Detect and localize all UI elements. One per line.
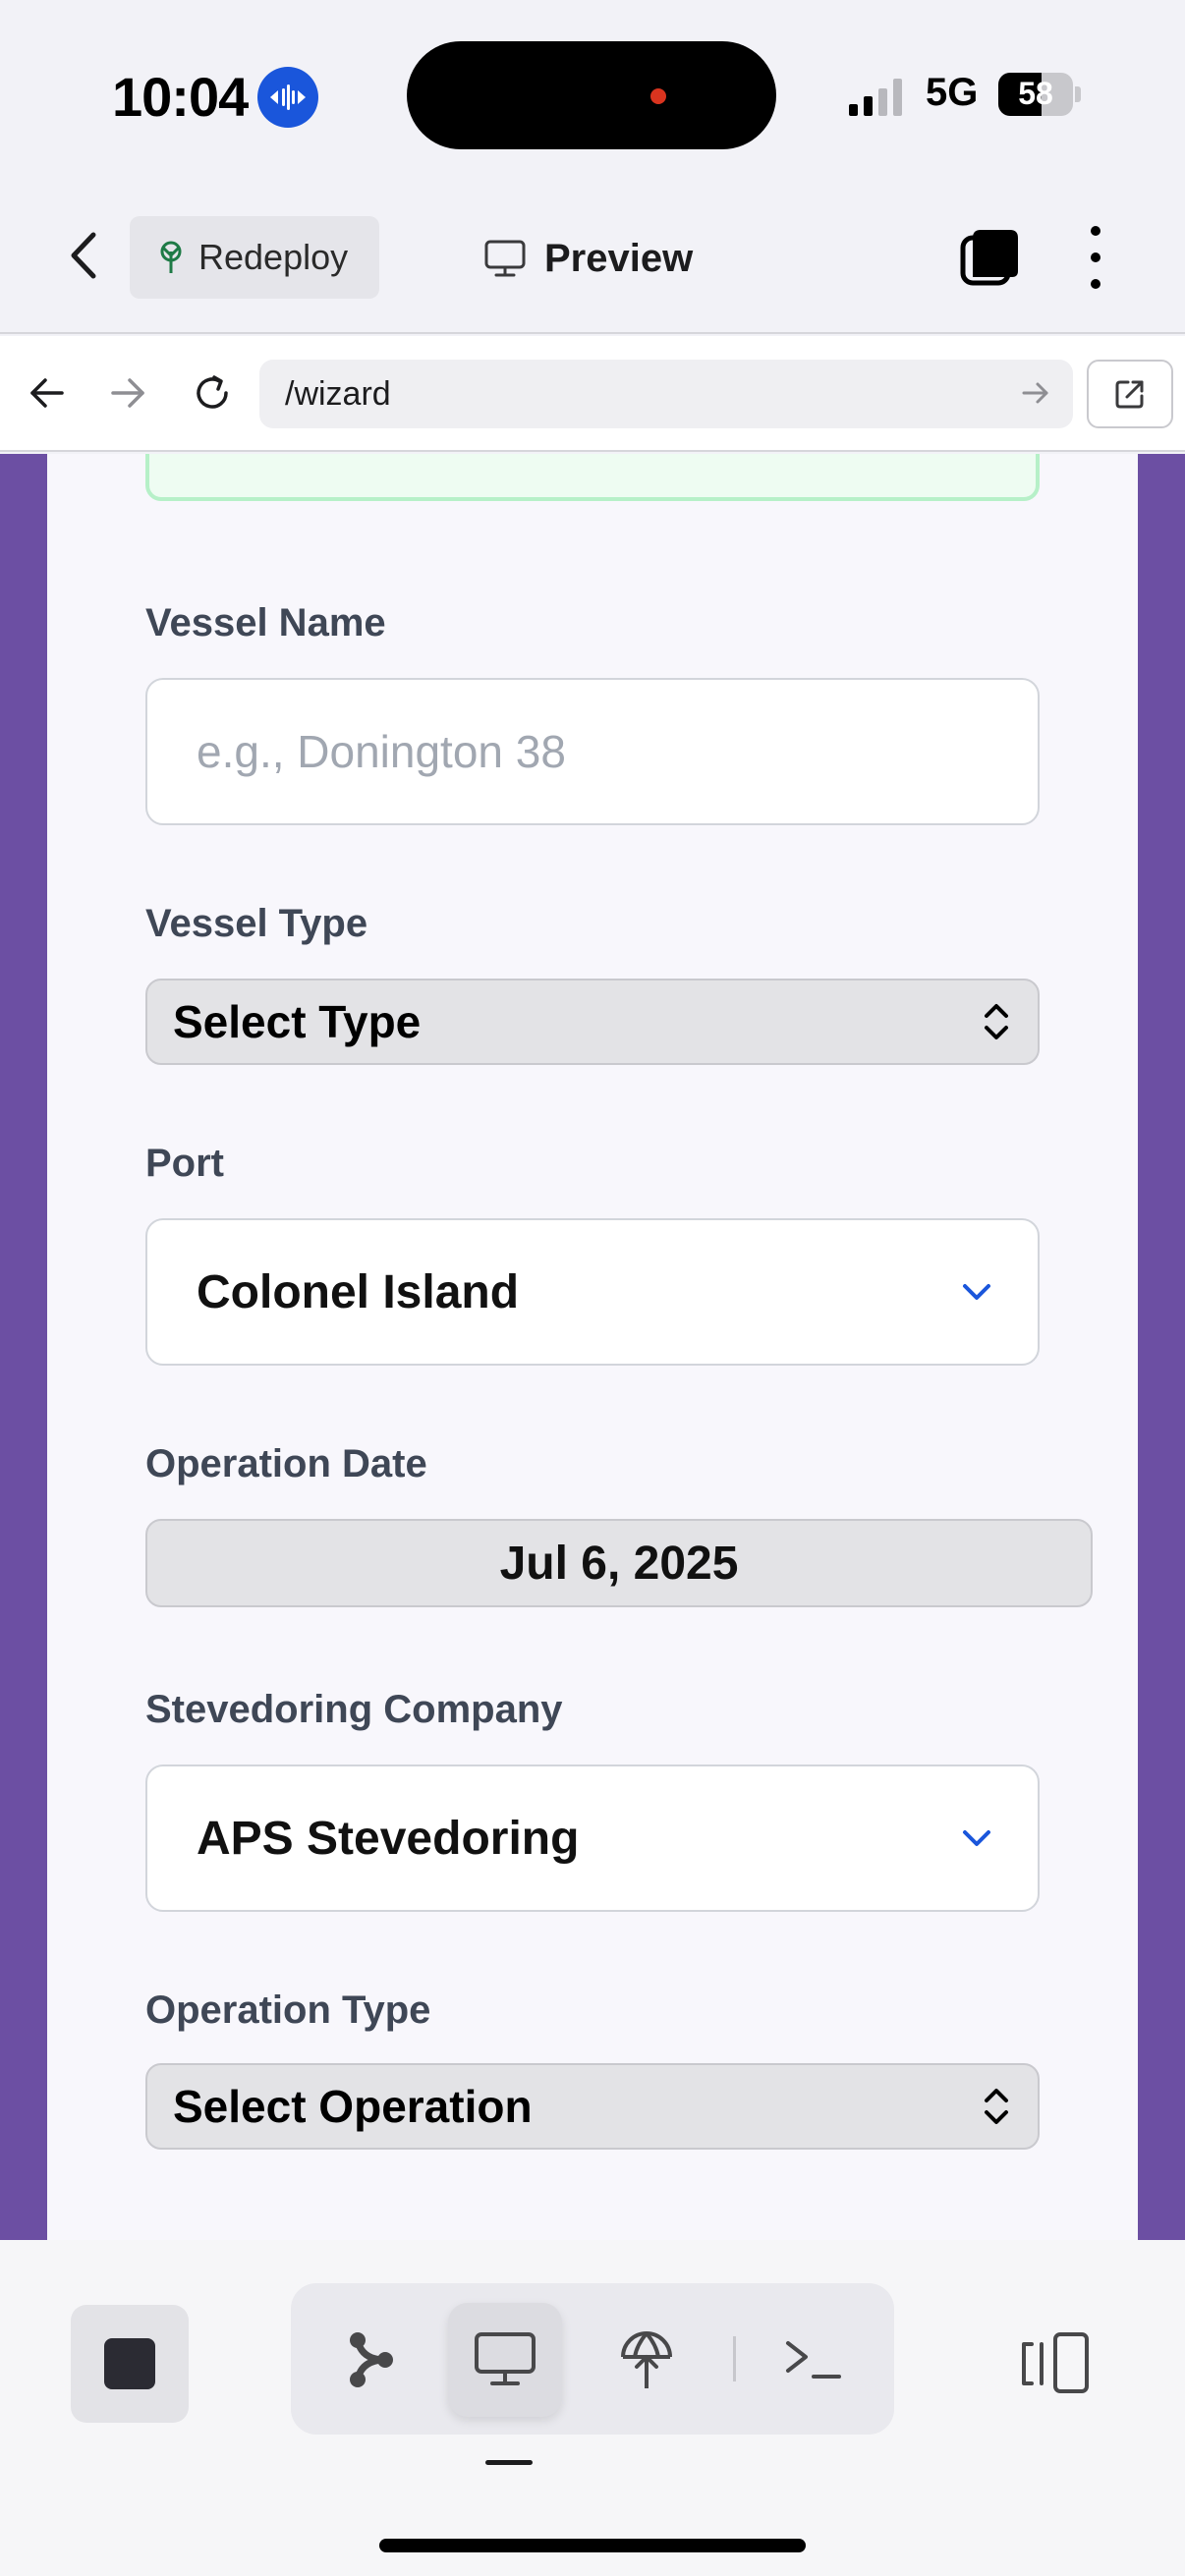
up-down-chevron-icon <box>985 2089 1008 2124</box>
layout-icon <box>1022 2332 1089 2393</box>
home-indicator[interactable] <box>379 2539 806 2552</box>
arrow-left-icon <box>30 378 64 408</box>
vessel-type-value: Select Type <box>173 996 422 1047</box>
operation-date-value: Jul 6, 2025 <box>499 1537 739 1590</box>
redeploy-icon <box>160 241 182 273</box>
operation-type-label: Operation Type <box>145 1988 431 2032</box>
deploy-tool-button[interactable] <box>590 2303 704 2417</box>
preview-tool-button[interactable] <box>448 2303 562 2417</box>
battery-icon: 58 <box>998 73 1073 116</box>
camera-indicator-dot <box>650 88 666 104</box>
back-button[interactable] <box>55 226 114 285</box>
deploy-icon <box>621 2331 672 2388</box>
chevron-down-icon <box>963 1284 990 1300</box>
toolbar-divider <box>733 2336 736 2381</box>
reload-button[interactable] <box>183 364 242 422</box>
network-type: 5G <box>926 71 979 114</box>
voice-recording-icon[interactable] <box>257 66 319 128</box>
vessel-type-label: Vessel Type <box>145 902 368 945</box>
page-indicator-dash <box>485 2460 533 2465</box>
chevron-left-icon <box>71 232 96 279</box>
monitor-icon <box>484 240 526 277</box>
vessel-type-select[interactable]: Select Type <box>145 979 1040 1065</box>
monitor-icon <box>475 2332 536 2385</box>
tool-group <box>291 2283 894 2435</box>
operation-type-select[interactable]: Select Operation <box>145 2063 1040 2150</box>
vessel-name-label: Vessel Name <box>145 601 386 644</box>
redeploy-label: Redeploy <box>198 237 349 277</box>
up-down-chevron-icon <box>985 1004 1008 1039</box>
operation-date-input[interactable]: Jul 6, 2025 <box>145 1519 1093 1607</box>
preview-tab[interactable]: Preview <box>483 224 693 293</box>
go-button[interactable] <box>1014 371 1057 415</box>
wizard-form-card: Vessel Name e.g., Donington 38 Vessel Ty… <box>47 454 1138 2240</box>
url-field[interactable]: /wizard <box>259 360 1073 428</box>
browser-forward-button[interactable] <box>98 364 157 422</box>
branch-tool-button[interactable] <box>314 2303 428 2417</box>
redeploy-button[interactable]: Redeploy <box>130 216 379 299</box>
stop-icon <box>104 2338 155 2389</box>
success-message-box <box>145 454 1040 501</box>
preview-label: Preview <box>544 236 694 280</box>
url-text: /wizard <box>285 374 391 413</box>
vessel-name-placeholder: e.g., Donington 38 <box>197 726 566 777</box>
stevedoring-company-label: Stevedoring Company <box>145 1688 563 1731</box>
browser-back-button[interactable] <box>18 364 77 422</box>
battery-percent: 58 <box>1018 76 1053 111</box>
chevron-down-icon <box>963 1830 990 1846</box>
browser-bar: /wizard <box>0 336 1185 452</box>
stacked-windows-icon <box>960 230 1018 286</box>
arrow-right-icon <box>111 378 144 408</box>
go-arrow-icon <box>1022 382 1048 404</box>
status-bar: 10:04 5G 58 <box>0 0 1185 187</box>
time-group: 10:04 <box>112 65 319 129</box>
bottom-toolbar <box>0 2240 1185 2576</box>
status-time: 10:04 <box>112 66 249 128</box>
external-link-icon <box>1115 380 1144 409</box>
stop-button[interactable] <box>71 2305 189 2423</box>
operation-date-label: Operation Date <box>145 1442 427 1485</box>
dynamic-island <box>407 41 776 149</box>
cellular-signal-icon <box>849 77 902 116</box>
stevedoring-company-select[interactable]: APS Stevedoring <box>145 1764 1040 1912</box>
port-select[interactable]: Colonel Island <box>145 1218 1040 1366</box>
app-header: Redeploy Preview <box>0 187 1185 334</box>
reload-icon <box>197 375 228 409</box>
tabs-button[interactable] <box>959 226 1022 289</box>
operation-type-value: Select Operation <box>173 2081 533 2132</box>
more-options-icon[interactable] <box>1075 220 1116 295</box>
page-background: Vessel Name e.g., Donington 38 Vessel Ty… <box>0 454 1185 2240</box>
battery-tip <box>1075 86 1081 102</box>
open-external-button[interactable] <box>1087 360 1173 428</box>
terminal-tool-button[interactable] <box>757 2303 871 2417</box>
terminal-icon <box>786 2341 841 2379</box>
port-value: Colonel Island <box>197 1265 520 1318</box>
vessel-name-input[interactable]: e.g., Donington 38 <box>145 678 1040 825</box>
port-label: Port <box>145 1142 224 1185</box>
branch-icon <box>350 2332 393 2387</box>
stevedoring-company-value: APS Stevedoring <box>197 1812 580 1865</box>
layout-toggle-button[interactable] <box>1018 2326 1093 2401</box>
